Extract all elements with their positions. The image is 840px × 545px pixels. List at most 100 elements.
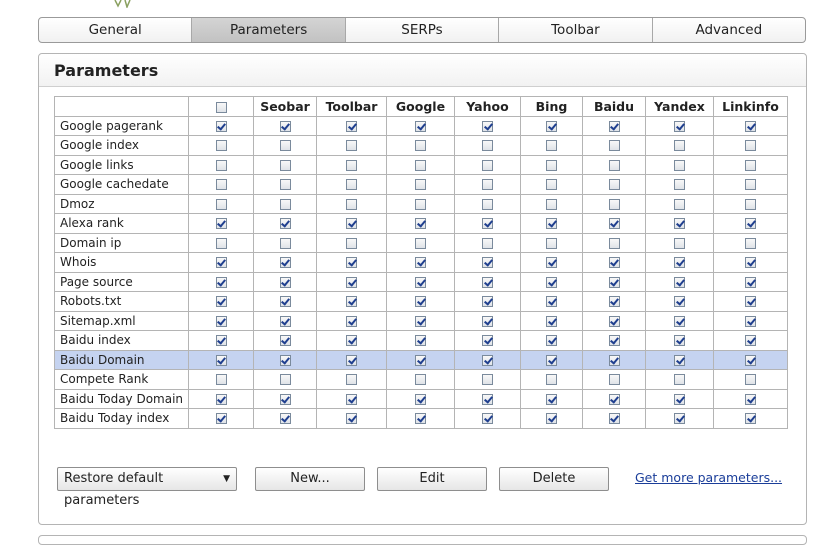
column-checkbox[interactable] <box>608 198 620 210</box>
column-checkbox[interactable] <box>482 354 493 366</box>
column-checkbox[interactable] <box>674 159 685 171</box>
tab-serps[interactable]: SERPs <box>346 18 500 42</box>
column-checkbox[interactable] <box>346 315 357 327</box>
column-checkbox[interactable] <box>415 335 426 347</box>
column-checkbox[interactable] <box>482 296 493 308</box>
column-checkbox[interactable] <box>674 335 685 347</box>
column-checkbox[interactable] <box>546 354 557 366</box>
column-checkbox[interactable] <box>482 257 493 269</box>
column-checkbox[interactable] <box>608 237 620 249</box>
column-checkbox[interactable] <box>415 374 426 386</box>
enable-checkbox[interactable] <box>215 335 227 347</box>
column-checkbox[interactable] <box>745 335 756 347</box>
table-row[interactable]: Google index <box>54 135 788 156</box>
column-checkbox[interactable] <box>745 276 756 288</box>
column-checkbox[interactable] <box>279 237 291 249</box>
enable-checkbox[interactable] <box>215 237 227 249</box>
column-checkbox[interactable] <box>674 218 685 230</box>
enable-checkbox[interactable] <box>215 218 227 230</box>
column-checkbox[interactable] <box>346 354 357 366</box>
column-checkbox[interactable] <box>279 276 291 288</box>
column-checkbox[interactable] <box>279 218 291 230</box>
column-checkbox[interactable] <box>674 140 685 152</box>
column-checkbox[interactable] <box>279 413 291 425</box>
table-row[interactable]: Google links <box>54 154 788 175</box>
table-row[interactable]: Domain ip <box>54 232 788 253</box>
column-checkbox[interactable] <box>415 393 426 405</box>
column-checkbox[interactable] <box>546 237 557 249</box>
column-checkbox[interactable] <box>546 257 557 269</box>
column-checkbox[interactable] <box>546 413 557 425</box>
column-checkbox[interactable] <box>745 354 756 366</box>
column-checkbox[interactable] <box>279 120 291 132</box>
column-checkbox[interactable] <box>279 315 291 327</box>
column-checkbox[interactable] <box>674 257 685 269</box>
column-checkbox[interactable] <box>674 296 685 308</box>
edit-button[interactable]: Edit <box>377 467 487 491</box>
column-checkbox[interactable] <box>346 179 357 191</box>
column-checkbox[interactable] <box>346 393 357 405</box>
table-row[interactable]: Compete Rank <box>54 369 788 390</box>
column-checkbox[interactable] <box>482 140 493 152</box>
table-row[interactable]: Whois <box>54 252 788 273</box>
column-checkbox[interactable] <box>674 393 685 405</box>
column-checkbox[interactable] <box>415 198 426 210</box>
column-checkbox[interactable] <box>482 120 493 132</box>
column-checkbox[interactable] <box>608 179 620 191</box>
table-row[interactable]: Baidu Today Domain <box>54 388 788 409</box>
column-checkbox[interactable] <box>674 198 685 210</box>
column-checkbox[interactable] <box>415 296 426 308</box>
column-checkbox[interactable] <box>674 179 685 191</box>
column-checkbox[interactable] <box>482 159 493 171</box>
new-button[interactable]: New... <box>255 467 365 491</box>
column-checkbox[interactable] <box>608 335 620 347</box>
column-checkbox[interactable] <box>745 218 756 230</box>
column-checkbox[interactable] <box>674 120 685 132</box>
column-checkbox[interactable] <box>415 315 426 327</box>
column-checkbox[interactable] <box>415 276 426 288</box>
column-checkbox[interactable] <box>415 218 426 230</box>
column-checkbox[interactable] <box>546 276 557 288</box>
table-row[interactable]: Dmoz <box>54 193 788 214</box>
column-checkbox[interactable] <box>546 140 557 152</box>
column-checkbox[interactable] <box>546 296 557 308</box>
column-checkbox[interactable] <box>279 374 291 386</box>
column-checkbox[interactable] <box>674 413 685 425</box>
column-checkbox[interactable] <box>346 120 357 132</box>
column-checkbox[interactable] <box>482 374 493 386</box>
column-checkbox[interactable] <box>546 335 557 347</box>
enable-checkbox[interactable] <box>215 198 227 210</box>
enable-checkbox[interactable] <box>215 413 227 425</box>
table-row[interactable]: Robots.txt <box>54 291 788 312</box>
column-checkbox[interactable] <box>482 393 493 405</box>
column-checkbox[interactable] <box>482 179 493 191</box>
column-checkbox[interactable] <box>745 120 756 132</box>
column-checkbox[interactable] <box>415 237 426 249</box>
column-checkbox[interactable] <box>346 237 357 249</box>
column-checkbox[interactable] <box>346 413 357 425</box>
column-checkbox[interactable] <box>546 315 557 327</box>
column-checkbox[interactable] <box>745 296 756 308</box>
column-checkbox[interactable] <box>745 179 756 191</box>
column-checkbox[interactable] <box>415 159 426 171</box>
enable-checkbox[interactable] <box>215 315 227 327</box>
column-checkbox[interactable] <box>415 120 426 132</box>
column-checkbox[interactable] <box>415 413 426 425</box>
column-checkbox[interactable] <box>279 140 291 152</box>
column-checkbox[interactable] <box>745 393 756 405</box>
get-more-parameters-link[interactable]: Get more parameters... <box>635 470 782 485</box>
column-checkbox[interactable] <box>546 393 557 405</box>
enable-checkbox[interactable] <box>215 296 227 308</box>
column-checkbox[interactable] <box>279 335 291 347</box>
column-checkbox[interactable] <box>482 276 493 288</box>
enable-checkbox[interactable] <box>215 276 227 288</box>
column-checkbox[interactable] <box>745 315 756 327</box>
select-all-checkbox[interactable] <box>215 101 227 113</box>
column-checkbox[interactable] <box>608 120 620 132</box>
column-checkbox[interactable] <box>608 140 620 152</box>
column-checkbox[interactable] <box>346 374 357 386</box>
column-checkbox[interactable] <box>608 296 620 308</box>
column-checkbox[interactable] <box>546 198 557 210</box>
restore-defaults-dropdown[interactable]: Restore default parameters ▼ <box>57 467 237 508</box>
enable-checkbox[interactable] <box>215 140 227 152</box>
